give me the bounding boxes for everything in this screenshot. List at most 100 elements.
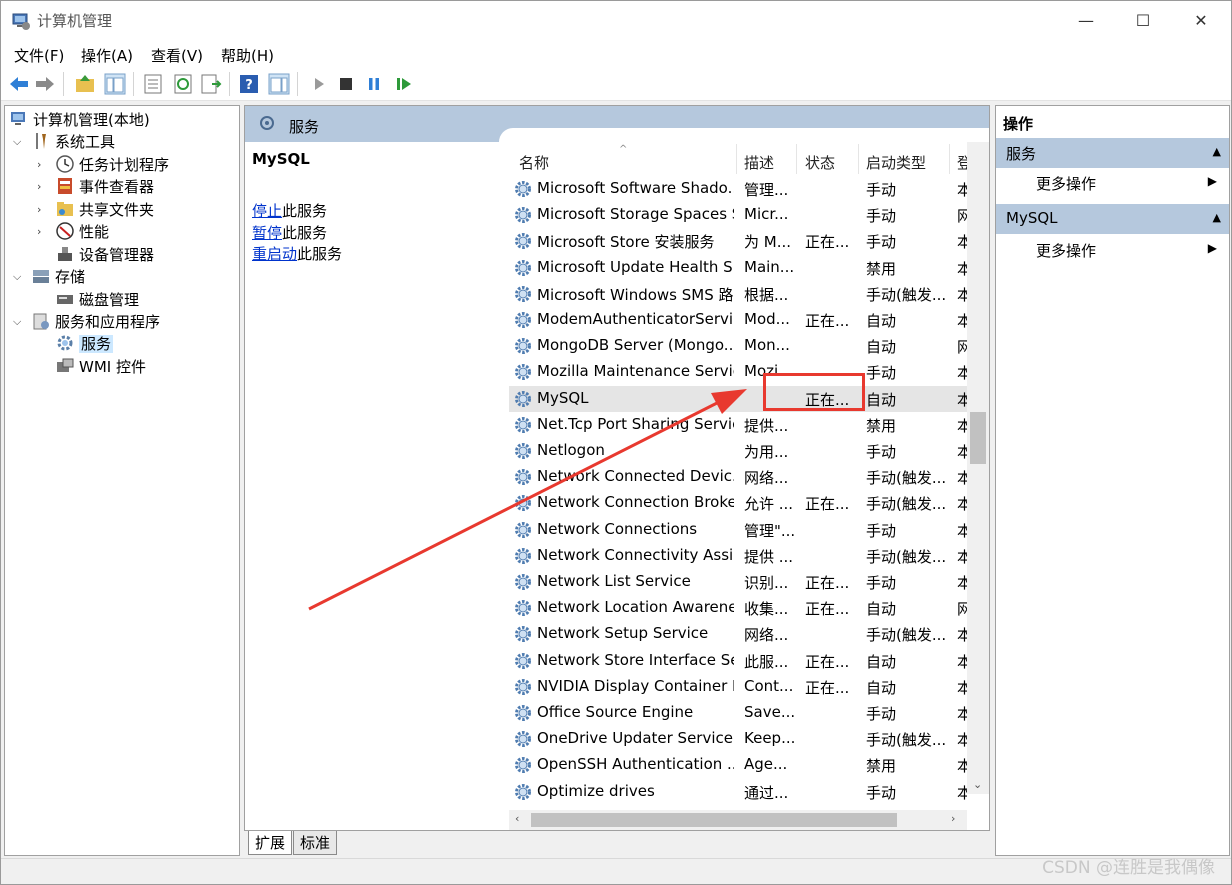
service-row[interactable]: MySQL正在...自动本 [509,385,967,412]
service-row[interactable]: OpenSSH Authentication ... Age... 禁用 本 [509,752,967,778]
tree-item-disk-management[interactable]: 磁盘管理 [55,289,139,311]
pause-service-link[interactable]: 暂停 [252,224,282,242]
forward-arrow-icon[interactable] [33,72,57,96]
service-row[interactable]: Netlogon 为用... 手动 本 [509,438,967,464]
column-header-name[interactable]: 名称 [519,152,549,173]
menu-help[interactable]: 帮助(H) [221,45,274,66]
service-name: Network Connection Broker [537,493,734,512]
close-button[interactable]: ✕ [1172,1,1230,41]
service-row[interactable]: Office Source Engine Save... 手动 本 [509,700,967,726]
horizontal-scrollbar[interactable]: ‹ › [509,810,967,830]
show-hide-tree-icon[interactable] [103,72,127,96]
service-row[interactable]: Mozilla Maintenance ServiceMozi...手动本 [509,359,967,385]
service-row[interactable]: Net.Tcp Port Sharing Service 提供... 禁用 本 [509,412,967,438]
restart-service-link[interactable]: 重启动 [252,245,297,263]
service-row[interactable]: Network Connections 管理"... 手动 本 [509,517,967,543]
more-actions-services[interactable]: 更多操作 [1036,173,1096,194]
chevron-down-icon[interactable]: ⌵ [13,266,25,288]
service-row[interactable]: Optimize drives 通过... 手动 本 [509,779,967,805]
service-description: Cont... [744,676,794,695]
more-actions-mysql[interactable]: 更多操作 [1036,240,1096,261]
chevron-right-icon[interactable]: › [37,199,49,221]
actions-section-mysql[interactable]: MySQL ▲ [996,204,1229,234]
minimize-button[interactable]: — [1057,1,1115,41]
menu-file[interactable]: 文件(F) [14,45,64,66]
column-header-status[interactable]: 状态 [805,152,835,173]
service-row[interactable]: Network Connected Devic... 网络... 手动(触发... 本 [509,464,967,490]
scroll-left-icon[interactable]: ‹ [515,812,519,825]
tree-item-services-and-apps[interactable]: 服务和应用程序 [31,311,160,333]
properties-icon[interactable] [141,72,165,96]
tree-item-root[interactable]: 计算机管理(本地) [9,109,150,131]
chevron-right-icon[interactable]: › [37,221,49,243]
horizontal-scroll-thumb[interactable] [531,813,897,827]
vertical-scrollbar[interactable]: ⌄ [967,142,989,794]
tree-item-performance[interactable]: 性能 [55,221,109,243]
tree-item-event-viewer[interactable]: 事件查看器 [55,176,154,198]
scroll-right-icon[interactable]: › [951,812,955,825]
service-row[interactable]: Microsoft Update Health S... Main... 禁用 本 [509,255,967,281]
tree-item-services[interactable]: 服务 [55,333,114,355]
vertical-scroll-thumb[interactable] [970,412,986,464]
collapse-caret-icon[interactable]: ▲ [1213,145,1221,158]
back-arrow-icon[interactable] [7,72,31,96]
service-name: MySQL [537,388,589,407]
service-name: Network Setup Service [537,624,709,643]
service-row[interactable]: Network Store Interface Se... 此服... 正在... 自… [509,648,967,674]
service-gear-icon [515,207,531,224]
menu-view[interactable]: 查看(V) [151,45,203,66]
column-header-startup-type[interactable]: 启动类型 [866,152,926,173]
chevron-down-icon[interactable]: ⌵ [13,131,25,153]
stop-service-link[interactable]: 停止 [252,202,282,220]
service-startup-type: 手动 [866,521,897,540]
service-gear-icon [515,783,531,800]
chevron-right-icon[interactable]: › [37,176,49,198]
service-name: OneDrive Updater Service [537,729,733,748]
service-row[interactable]: ModemAuthenticatorServi... Mod... 正在... 自动 本 [509,307,967,333]
service-row[interactable]: Network List Service 识别... 正在... 手动 本 [509,569,967,595]
restart-service-icon[interactable] [392,72,416,96]
help-icon[interactable]: ? [237,72,261,96]
tree-item-system-tools[interactable]: 系统工具 [31,131,115,153]
pause-service-icon[interactable] [362,72,386,96]
service-gear-icon [515,443,531,459]
tree-item-shared-folders[interactable]: 共享文件夹 [55,199,154,221]
tab-standard[interactable]: 标准 [293,831,338,855]
tree-item-label: 共享文件夹 [79,201,155,219]
service-row[interactable]: Microsoft Storage Spaces S... Micr... 手动 网 [509,202,967,228]
maximize-button[interactable]: ☐ [1114,1,1172,41]
export-list-icon[interactable] [199,72,223,96]
menu-action[interactable]: 操作(A) [81,45,133,66]
start-service-icon[interactable] [307,72,331,96]
service-row[interactable]: Network Connection Broker 允许 ... 正在... 手动(触… [509,490,967,516]
show-action-pane-icon[interactable] [267,72,291,96]
tree-item-label: 服务 [79,335,114,353]
stop-service-icon[interactable] [334,72,358,96]
tree-item-wmi-control[interactable]: WMI 控件 [55,356,146,378]
actions-section-services[interactable]: 服务 ▲ [996,138,1229,168]
collapse-caret-icon[interactable]: ▲ [1213,211,1221,224]
service-row[interactable]: Microsoft Software Shado... 管理... 手动 本 [509,176,967,202]
column-header-description[interactable]: 描述 [744,152,774,173]
service-row[interactable]: Network Location Awarene... 收集... 正在... 自动 网 [509,595,967,621]
tree-item-task-scheduler[interactable]: 任务计划程序 [55,154,169,176]
service-row[interactable]: Network Setup Service 网络... 手动(触发... 本 [509,621,967,647]
tree-item-device-manager[interactable]: 设备管理器 [55,244,154,266]
service-row[interactable]: Microsoft Store 安装服务 为 M... 正在... 手动 本 [509,228,967,254]
service-row[interactable]: Microsoft Windows SMS 路... 根据... 手动(触发... 本 [509,281,967,307]
up-folder-icon[interactable] [73,72,97,96]
chevron-right-icon[interactable]: › [37,154,49,176]
service-row[interactable]: Network Connectivity Assis... 提供 ... 手动(触发… [509,543,967,569]
service-row[interactable]: OneDrive Updater Service Keep... 手动(触发... 本 [509,726,967,752]
service-row[interactable]: MongoDB Server (Mongo... Mon... 自动 网 [509,333,967,359]
tree-item-storage[interactable]: 存储 [31,266,85,288]
service-description: Keep... [744,729,794,748]
service-row[interactable]: NVIDIA Display Container LS Cont... 正在... 自… [509,674,967,700]
refresh-icon[interactable] [171,72,195,96]
service-name: Network Store Interface Se... [537,650,734,669]
service-startup-type: 手动(触发... [866,731,947,750]
chevron-down-icon[interactable]: ⌵ [13,311,25,333]
tab-extended[interactable]: 扩展 [248,831,293,855]
wmi-icon [57,358,74,372]
scroll-down-icon[interactable]: ⌄ [973,778,982,791]
